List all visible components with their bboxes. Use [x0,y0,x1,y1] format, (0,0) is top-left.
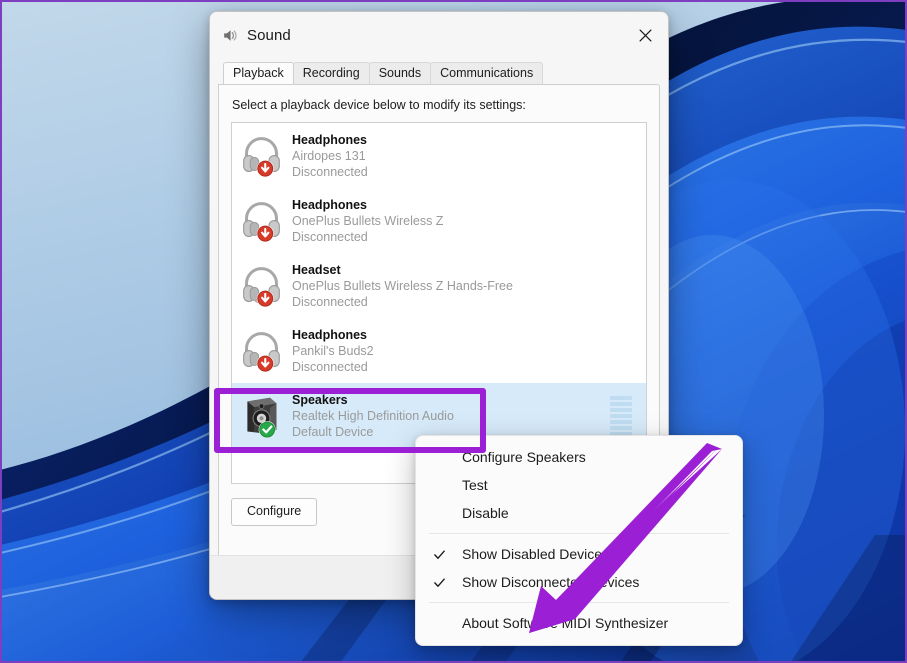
desktop-background: Sound Playback Recording Sounds Communic… [0,0,907,663]
menu-item-label: Disable [462,505,509,521]
menu-separator [429,602,729,603]
menu-item-label: Configure Speakers [462,449,586,465]
headphones-icon [243,202,280,243]
table-row[interactable]: Headphones OnePlus Bullets Wireless Z Di… [232,188,646,253]
tab-recording[interactable]: Recording [292,61,370,84]
device-description: OnePlus Bullets Wireless Z Hands-Free [292,278,513,293]
volume-meter [610,395,632,436]
device-status: Disconnected [292,359,368,374]
tab-playback[interactable]: Playback [223,61,294,84]
playback-device-list[interactable]: Headphones Airdopes 131 Disconnected Hea… [231,122,647,484]
tab-communications[interactable]: Communications [430,61,544,84]
menu-item-label: Properties [416,643,531,645]
menu-item-show-disconnected-devices[interactable]: Show Disconnected Devices [416,568,742,596]
checkmark-icon [416,576,462,589]
table-row[interactable]: Headset OnePlus Bullets Wireless Z Hands… [232,253,646,318]
configure-button[interactable]: Configure [231,498,318,526]
device-name: Headphones [292,327,368,342]
device-name: Headphones [292,197,368,212]
headset-icon [243,267,280,308]
tab-strip: Playback Recording Sounds Communications [210,59,668,84]
device-name: Headphones [292,132,368,147]
menu-item-test[interactable]: Test [416,471,742,499]
menu-item-configure-speakers[interactable]: Configure Speakers [416,443,742,471]
device-name: Headset [292,262,341,277]
menu-item-properties[interactable]: Properties [416,637,742,645]
menu-item-label: Show Disconnected Devices [462,574,640,590]
close-icon[interactable] [622,12,668,58]
table-row[interactable]: Headphones Pankil's Buds2 Disconnected [232,318,646,383]
device-description: Pankil's Buds2 [292,343,374,358]
menu-item-disable[interactable]: Disable [416,499,742,527]
menu-separator [429,533,729,534]
speaker-icon [224,30,237,41]
device-status: Disconnected [292,294,368,309]
device-status: Disconnected [292,164,368,179]
speaker-box-icon [247,397,277,438]
headphones-icon [243,137,280,178]
speakers-context-menu[interactable]: Configure Speakers Test Disable Show Dis… [415,435,743,646]
device-description: OnePlus Bullets Wireless Z [292,213,444,228]
title-bar: Sound [210,12,668,59]
device-status: Disconnected [292,229,368,244]
menu-item-label: Test [462,477,488,493]
device-description: Realtek High Definition Audio [292,408,454,423]
headphones-icon [243,332,280,373]
menu-item-show-disabled-devices[interactable]: Show Disabled Devices [416,540,742,568]
checkmark-icon [416,548,462,561]
panel-hint-text: Select a playback device below to modify… [232,98,526,112]
tab-sounds[interactable]: Sounds [368,61,432,84]
table-row[interactable]: Headphones Airdopes 131 Disconnected [232,123,646,188]
menu-item-label: Show Disabled Devices [462,546,610,562]
window-title: Sound [247,27,291,44]
device-description: Airdopes 131 [292,148,366,163]
menu-item-label: About Software MIDI Synthesizer [462,615,669,631]
device-name: Speakers [292,392,348,407]
menu-item-about-software-midi-synthesizer[interactable]: About Software MIDI Synthesizer [416,609,742,637]
